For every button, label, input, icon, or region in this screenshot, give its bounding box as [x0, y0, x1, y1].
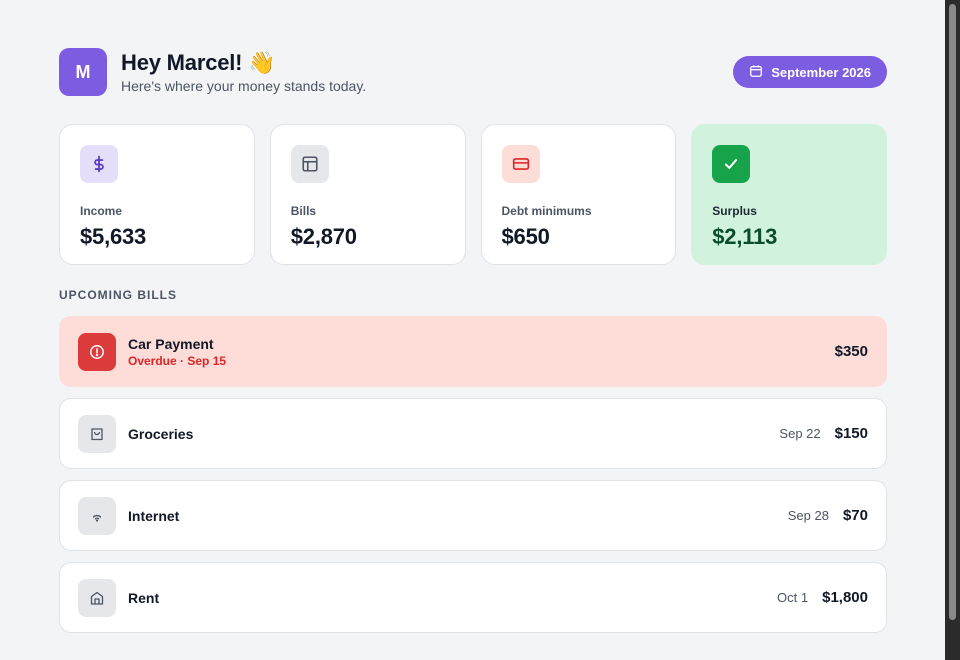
credit-card-icon [501, 145, 540, 183]
bill-date: Oct 1 [777, 590, 809, 605]
stat-value: $2,113 [712, 224, 778, 249]
dashboard: M Hey Marcel! 👋 Here's where your money … [59, 48, 887, 633]
wifi-icon [78, 496, 116, 535]
bill-list: Car Payment Overdue · Sep 15 $350 Grocer… [59, 316, 887, 633]
bill-name: Rent [128, 589, 160, 606]
vertical-scrollbar[interactable] [945, 0, 960, 660]
header-left: M Hey Marcel! 👋 Here's where your money … [59, 48, 366, 96]
header: M Hey Marcel! 👋 Here's where your money … [59, 48, 887, 96]
bill-amount: $150 [834, 425, 868, 442]
alert-icon [78, 332, 116, 371]
calendar-icon [749, 64, 763, 81]
stat-card-debt-minimums[interactable]: Debt minimums $650 [480, 124, 677, 265]
stat-label: Surplus [712, 204, 757, 218]
bill-row-car-payment[interactable]: Car Payment Overdue · Sep 15 $350 [59, 316, 887, 387]
bill-name: Internet [128, 507, 180, 524]
stat-card-surplus[interactable]: Surplus $2,113 [691, 124, 887, 265]
stat-value: $650 [501, 224, 550, 249]
stat-value: $5,633 [80, 224, 147, 249]
layout-icon [290, 145, 329, 183]
bill-name: Groceries [128, 425, 194, 442]
bill-name: Car Payment [128, 335, 214, 352]
bill-row-internet[interactable]: Internet Sep 28 $70 [59, 480, 887, 551]
bill-amount: $1,800 [822, 589, 868, 606]
bill-row-rent[interactable]: Rent Oct 1 $1,800 [59, 562, 887, 633]
house-icon [78, 578, 116, 617]
avatar[interactable]: M [59, 48, 107, 96]
shopping-bag-icon [78, 414, 116, 453]
stat-label: Income [80, 204, 123, 218]
scrollbar-thumb[interactable] [949, 4, 956, 620]
stat-label: Debt minimums [501, 204, 592, 218]
page-subtitle: Here's where your money stands today. [121, 78, 367, 94]
bill-amount: $70 [842, 507, 868, 524]
bill-text: Car Payment Overdue · Sep 15 [128, 336, 835, 368]
bill-text: Rent [128, 590, 777, 606]
month-selector-button[interactable]: September 2026 [733, 56, 887, 88]
bill-date: Sep 28 [787, 508, 829, 523]
check-icon [712, 145, 751, 183]
stat-label: Bills [290, 204, 317, 218]
bill-status: Overdue · Sep 15 [128, 353, 227, 368]
bill-date: Sep 22 [779, 426, 821, 441]
section-title: UPCOMING BILLS [59, 288, 177, 302]
stat-cards: Income $5,633 Bills $2,870 Debt minimums… [59, 124, 887, 265]
greeting-block: Hey Marcel! 👋 Here's where your money st… [121, 50, 366, 94]
stat-card-bills[interactable]: Bills $2,870 [269, 124, 466, 265]
stat-value: $2,870 [290, 224, 357, 249]
bill-amount: $350 [834, 343, 868, 360]
bill-text: Internet [128, 508, 788, 524]
bill-text: Groceries [128, 426, 779, 442]
stat-card-income[interactable]: Income $5,633 [59, 124, 255, 265]
month-label: September 2026 [771, 64, 871, 80]
dollar-icon [80, 145, 118, 183]
bill-row-groceries[interactable]: Groceries Sep 22 $150 [59, 398, 887, 469]
page-title: Hey Marcel! 👋 [121, 50, 276, 75]
